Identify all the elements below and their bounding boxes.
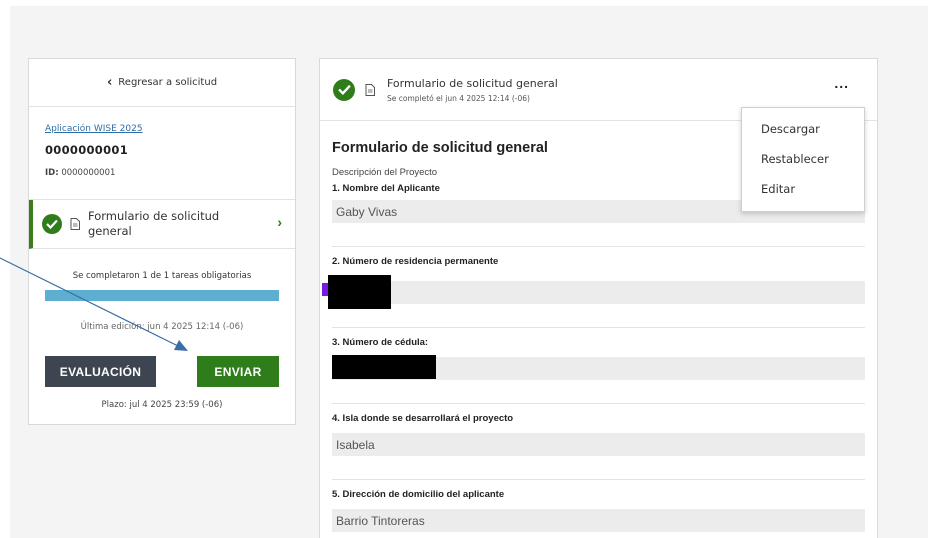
progress-bar bbox=[45, 290, 279, 301]
more-options-button[interactable]: ... bbox=[834, 75, 849, 91]
question-label: 4. Isla donde se desarrollará el proyect… bbox=[332, 413, 514, 424]
document-icon bbox=[70, 218, 80, 230]
form-header-text: Formulario de solicitud general Se compl… bbox=[387, 77, 558, 103]
application-info: Aplicación WISE 2025 0000000001 ID: 0000… bbox=[29, 107, 295, 200]
application-id: ID: 0000000001 bbox=[45, 168, 279, 178]
evaluation-button[interactable]: EVALUACIÓN bbox=[45, 356, 156, 387]
chevron-left-icon: ‹ bbox=[106, 75, 113, 90]
answer-field: Barrio Tintoreras bbox=[332, 509, 865, 532]
send-button[interactable]: ENVIAR bbox=[197, 356, 279, 387]
options-menu: Descargar Restablecer Editar bbox=[741, 107, 865, 212]
id-label: ID: bbox=[45, 168, 59, 178]
application-link[interactable]: Aplicación WISE 2025 bbox=[45, 124, 279, 134]
question-2: 2. Número de residencia permanente bbox=[332, 256, 865, 304]
divider bbox=[332, 246, 865, 247]
question-label: 5. Dirección de domicilio del aplicante bbox=[332, 489, 505, 500]
check-circle-icon bbox=[333, 78, 355, 101]
task-label: Formulario de solicitud general bbox=[88, 209, 220, 238]
progress-text: Se completaron 1 de 1 tareas obligatoria… bbox=[72, 271, 252, 281]
redaction-block bbox=[332, 355, 436, 379]
application-number: 0000000001 bbox=[45, 143, 129, 157]
id-value: 0000000001 bbox=[61, 168, 116, 178]
answer-field bbox=[332, 281, 865, 304]
back-label: Regresar a solicitud bbox=[118, 77, 218, 88]
menu-item-reset[interactable]: Restablecer bbox=[742, 144, 864, 174]
question-5: 5. Dirección de domicilio del aplicante … bbox=[332, 489, 865, 532]
divider bbox=[332, 479, 865, 480]
redaction-block bbox=[328, 275, 391, 309]
action-buttons: EVALUACIÓN ENVIAR bbox=[29, 356, 295, 387]
last-edit-text: Última edición: jun 4 2025 12:14 (-06) bbox=[80, 322, 244, 332]
task-item-general-form[interactable]: Formulario de solicitud general › bbox=[29, 200, 295, 249]
chevron-right-icon: › bbox=[277, 214, 282, 230]
application-sidebar: ‹ Regresar a solicitud Aplicación WISE 2… bbox=[28, 58, 296, 425]
menu-item-edit[interactable]: Editar bbox=[742, 174, 864, 204]
check-circle-icon bbox=[42, 214, 62, 234]
question-4: 4. Isla donde se desarrollará el proyect… bbox=[332, 413, 865, 456]
deadline-text: Plazo: jul 4 2025 23:59 (-06) bbox=[101, 400, 223, 410]
question-label: 3. Número de cédula: bbox=[332, 337, 429, 348]
question-label: 2. Número de residencia permanente bbox=[332, 256, 499, 267]
form-header-title: Formulario de solicitud general bbox=[387, 76, 558, 90]
menu-item-download[interactable]: Descargar bbox=[742, 114, 864, 144]
document-icon bbox=[365, 83, 375, 96]
back-to-application-link[interactable]: ‹ Regresar a solicitud bbox=[29, 59, 295, 107]
form-header-subtitle: Se completó el jun 4 2025 12:14 (-06) bbox=[387, 93, 530, 103]
divider bbox=[332, 327, 865, 328]
answer-field: Isabela bbox=[332, 433, 865, 456]
divider bbox=[332, 403, 865, 404]
